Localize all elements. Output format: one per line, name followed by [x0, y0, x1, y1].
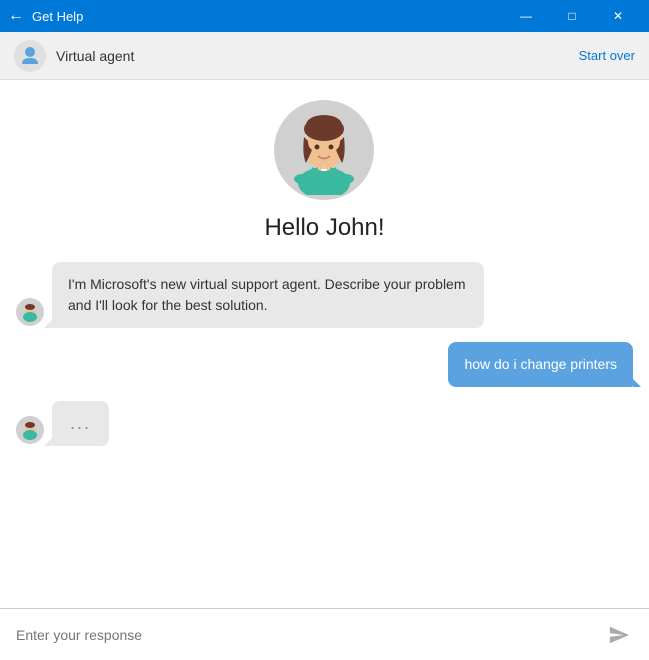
- chat-area: Hello John! I'm Microsoft's new virtual …: [0, 80, 649, 608]
- message-row-agent-1: I'm Microsoft's new virtual support agen…: [16, 262, 633, 328]
- agent-avatar: [274, 100, 374, 200]
- send-button[interactable]: [601, 617, 637, 653]
- window-controls: — □ ✕: [503, 0, 641, 32]
- maximize-icon: □: [568, 9, 575, 23]
- minimize-icon: —: [520, 9, 532, 23]
- typing-indicator: ...: [52, 401, 109, 446]
- agent-avatar-tiny-2: [16, 416, 44, 444]
- avatar-section: Hello John!: [264, 100, 384, 242]
- start-over-button[interactable]: Start over: [579, 48, 635, 63]
- user-message-text-1: how do i change printers: [464, 356, 617, 372]
- maximize-button[interactable]: □: [549, 0, 595, 32]
- messages-container: I'm Microsoft's new virtual support agen…: [16, 262, 633, 446]
- agent-avatar-tiny-1: [16, 298, 44, 326]
- back-button[interactable]: ←: [8, 7, 24, 25]
- agent-message-bubble-1: I'm Microsoft's new virtual support agen…: [52, 262, 484, 328]
- agent-message-text-1: I'm Microsoft's new virtual support agen…: [68, 276, 466, 313]
- agent-tiny-icon-2: [21, 420, 39, 440]
- input-area: [0, 608, 649, 660]
- close-button[interactable]: ✕: [595, 0, 641, 32]
- agent-tiny-icon: [21, 302, 39, 322]
- agent-name-label: Virtual agent: [56, 48, 579, 64]
- greeting-text: Hello John!: [264, 214, 384, 242]
- minimize-button[interactable]: —: [503, 0, 549, 32]
- response-input[interactable]: [16, 627, 601, 643]
- app-title: Get Help: [32, 9, 503, 24]
- message-row-typing: ...: [16, 401, 633, 446]
- agent-avatar-icon: [18, 44, 42, 68]
- send-icon: [608, 624, 630, 646]
- agent-avatar-svg: [284, 105, 364, 195]
- user-message-bubble-1: how do i change printers: [448, 342, 633, 387]
- agent-header: Virtual agent Start over: [0, 32, 649, 80]
- close-icon: ✕: [613, 9, 623, 23]
- avatar-small: [14, 40, 46, 72]
- title-bar: ← Get Help — □ ✕: [0, 0, 649, 32]
- typing-dots: ...: [70, 413, 91, 433]
- message-row-user-1: how do i change printers: [16, 342, 633, 387]
